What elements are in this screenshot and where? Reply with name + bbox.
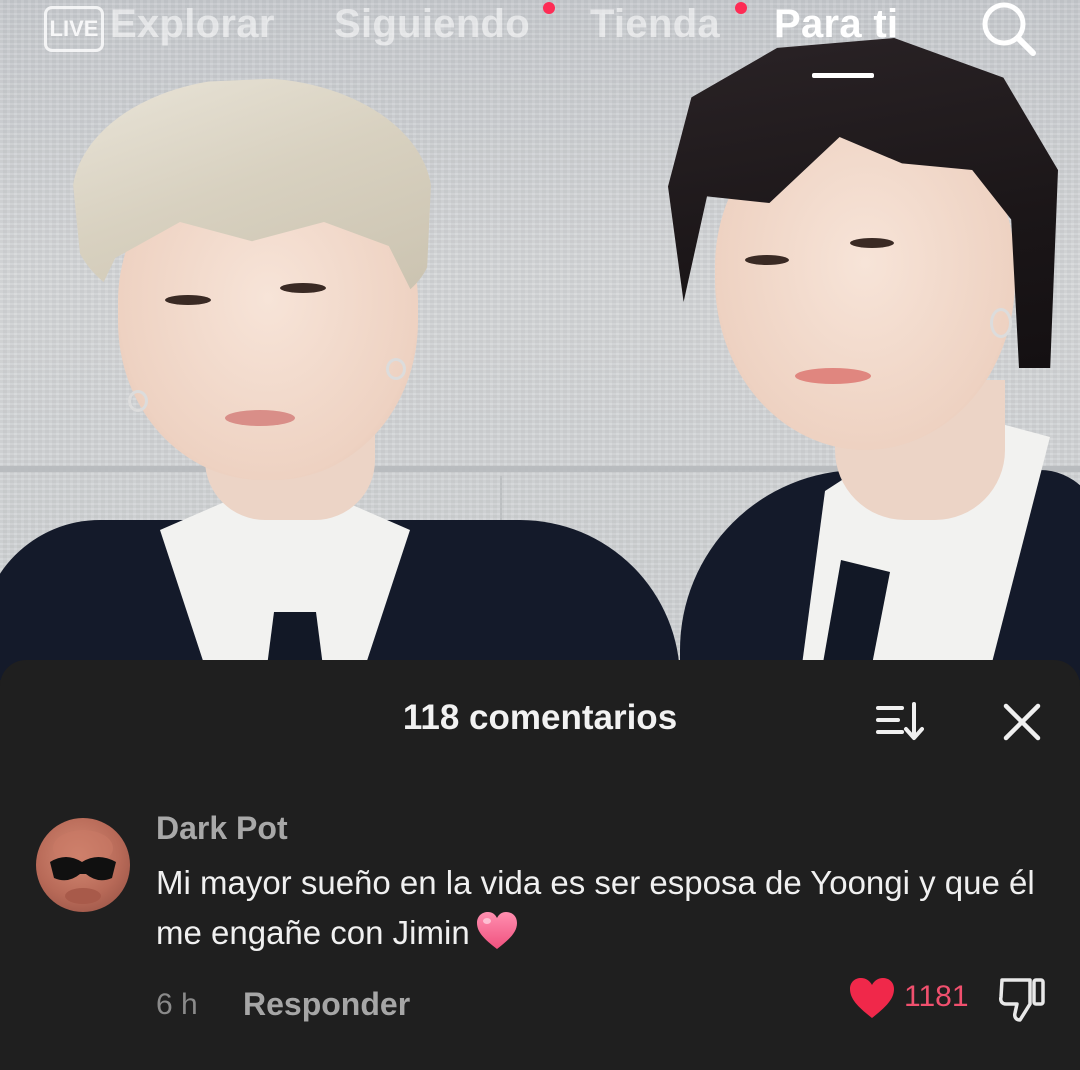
comments-sheet: 118 comentarios Dark Pot Mi mayor sueño … (0, 660, 1080, 1070)
heart-emoji-icon (476, 912, 517, 950)
tab-para-ti[interactable]: Para ti (774, 2, 898, 47)
comment-text: Mi mayor sueño en la vida es ser esposa … (156, 864, 1035, 951)
tab-explorar[interactable]: Explorar (110, 2, 290, 47)
avatar[interactable] (36, 818, 130, 912)
dislike-icon[interactable] (996, 974, 1048, 1024)
search-icon[interactable] (978, 2, 1038, 56)
top-nav: LIVE Explorar Siguiendo Tienda Para ti (0, 0, 1080, 90)
live-icon[interactable]: LIVE (44, 6, 104, 52)
comment-timestamp: 6 h (156, 988, 198, 1021)
sort-icon[interactable] (876, 702, 924, 742)
tab-tienda[interactable]: Tienda (590, 2, 720, 47)
comment-body: Mi mayor sueño en la vida es ser esposa … (156, 858, 1036, 958)
comment-username[interactable]: Dark Pot (156, 810, 288, 847)
heart-like-icon[interactable] (848, 976, 896, 1020)
notification-dot (735, 2, 747, 14)
notification-dot (543, 2, 555, 14)
video-frame[interactable] (0, 0, 1080, 680)
reply-button[interactable]: Responder (243, 986, 410, 1023)
live-label: LIVE (49, 16, 99, 41)
sunglasses-avatar-graphic (50, 830, 116, 904)
close-icon[interactable] (1000, 700, 1044, 744)
active-tab-indicator (812, 73, 874, 78)
tab-siguiendo[interactable]: Siguiendo (334, 2, 530, 47)
like-count: 1181 (904, 980, 969, 1013)
